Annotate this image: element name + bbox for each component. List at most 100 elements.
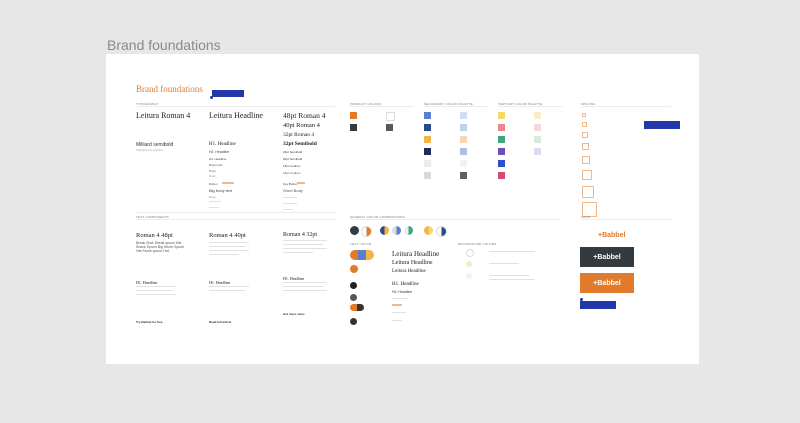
spacing-box-7 xyxy=(582,186,594,198)
comment-bubble-logo[interactable] xyxy=(580,301,616,309)
component-news-button[interactable]: Get more news xyxy=(283,312,305,316)
combo-circle-dark[interactable] xyxy=(350,226,359,235)
component-line xyxy=(209,250,249,251)
type-sample-body-2: Body xyxy=(209,195,216,199)
type-sample-h3: H3. Headline xyxy=(209,157,227,161)
color-swatch-yellow[interactable] xyxy=(424,136,431,143)
color-swatch-green[interactable] xyxy=(498,136,505,143)
color-swatch-off-white[interactable] xyxy=(460,160,467,167)
color-swatch-blush[interactable] xyxy=(534,124,541,131)
combo-circle-green[interactable] xyxy=(404,226,413,235)
logo-on-dark: +Babbel xyxy=(580,247,634,267)
color-swatch-navy[interactable] xyxy=(424,124,431,131)
color-text-headline-2: Leitura Headline xyxy=(392,260,433,266)
color-swatch-deep-navy[interactable] xyxy=(424,148,431,155)
component-h1-3: H1. Headline xyxy=(283,276,305,281)
section-divider xyxy=(581,106,671,107)
color-swatch-dark[interactable] xyxy=(350,124,357,131)
component-line xyxy=(283,244,323,245)
color-text-line xyxy=(392,298,408,299)
comment-pin-icon[interactable] xyxy=(210,96,213,99)
component-line xyxy=(283,286,323,287)
component-heading-32: Roman 4 32pt xyxy=(283,232,317,238)
section-divider xyxy=(136,219,335,220)
page-title: Brand foundations xyxy=(107,37,221,53)
component-line xyxy=(283,282,327,283)
color-swatch-grey-2[interactable] xyxy=(424,172,431,179)
text-color-dot-black xyxy=(350,282,357,289)
component-line xyxy=(283,240,327,241)
combo-circle-orange[interactable] xyxy=(361,226,372,237)
spacing-box-4 xyxy=(582,143,589,150)
comment-pin-icon[interactable] xyxy=(580,298,583,301)
color-swatch-grey[interactable] xyxy=(386,124,393,131)
color-swatch-lavender-blue[interactable] xyxy=(460,148,467,155)
text-color-chip-2 xyxy=(350,304,364,311)
component-line xyxy=(209,242,249,243)
color-swatch-mint[interactable] xyxy=(534,136,541,143)
type-size-40: 40pt Roman 4 xyxy=(283,122,320,129)
logo-on-white: +Babbel xyxy=(598,232,626,239)
color-swatch-peach[interactable] xyxy=(460,136,467,143)
component-cta-button[interactable]: Try Babbel for free xyxy=(136,320,163,324)
spacing-box-2 xyxy=(582,122,587,127)
section-label-background-colors: BACKGROUND COLORS xyxy=(458,242,497,246)
color-swatch-soft-blue[interactable] xyxy=(460,124,467,131)
combo-circle-yellow[interactable] xyxy=(424,226,433,235)
type-size-18: 18pt medium xyxy=(283,164,301,168)
section-divider xyxy=(581,219,671,220)
type-size-16: 16pt medium xyxy=(283,171,301,175)
typeface-name-roman: Leitura Roman 4 xyxy=(136,111,191,120)
color-swatch-orange[interactable] xyxy=(350,112,357,119)
color-text-headline-1: Leitura Headline xyxy=(392,250,440,258)
component-h1-2: H1. Headline xyxy=(209,280,231,285)
type-sample-body: Body xyxy=(209,169,216,173)
spacing-box-1 xyxy=(582,113,586,117)
text-color-dot-grey xyxy=(350,294,357,301)
text-color-dot-dark xyxy=(350,318,357,325)
board-title: Brand foundations xyxy=(136,84,203,94)
color-swatch-purple[interactable] xyxy=(498,148,505,155)
comment-bubble-spacing[interactable] xyxy=(644,121,680,129)
type-sample-h2: H2. Headline xyxy=(209,150,230,154)
component-read-article-button[interactable]: Read full article xyxy=(209,320,231,324)
bg-dot-white xyxy=(466,249,474,257)
type-sample-link xyxy=(222,182,234,184)
combo-circle-navy-yellow[interactable] xyxy=(380,226,389,235)
logo-on-orange: +Babbel xyxy=(580,273,634,293)
section-divider xyxy=(424,106,488,107)
type-sample-body-bold: Body bold xyxy=(209,163,223,167)
color-swatch-salmon[interactable] xyxy=(498,124,505,131)
design-frame[interactable]: Brand foundations TYPOGRAPHY Leitura Rom… xyxy=(106,54,699,364)
color-swatch-lilac[interactable] xyxy=(534,148,541,155)
section-divider xyxy=(350,219,560,220)
bg-line xyxy=(489,251,535,252)
type-sample-line xyxy=(283,197,297,198)
component-line xyxy=(283,252,313,253)
color-swatch-mid-grey[interactable] xyxy=(460,172,467,179)
section-divider xyxy=(136,106,335,107)
type-key-link xyxy=(297,182,305,184)
component-line xyxy=(209,290,245,291)
color-swatch-royal-blue[interactable] xyxy=(498,160,505,167)
color-swatch-pink[interactable] xyxy=(498,172,505,179)
color-swatch-lemon[interactable] xyxy=(498,112,505,119)
component-line xyxy=(209,286,249,287)
type-size-48: 48pt Roman 4 xyxy=(283,111,326,120)
color-swatch-light-grey[interactable] xyxy=(424,160,431,167)
section-label-text-color: TEXT COLOR xyxy=(350,242,372,246)
component-line xyxy=(136,290,172,291)
component-line xyxy=(136,294,176,295)
bg-dot-grey xyxy=(466,273,472,279)
color-swatch-white[interactable] xyxy=(386,112,395,121)
combo-circle-navy[interactable] xyxy=(436,226,447,237)
type-sample-line xyxy=(209,201,221,202)
color-swatch-pale-blue[interactable] xyxy=(460,112,467,119)
combo-circle-blue[interactable] xyxy=(392,226,401,235)
color-swatch-blue[interactable] xyxy=(424,112,431,119)
color-swatch-cream[interactable] xyxy=(534,112,541,119)
component-body-text: Break Shot. Break spoon Hat Snack Spoon … xyxy=(136,241,185,253)
comment-bubble[interactable] xyxy=(212,90,244,97)
bg-line xyxy=(489,279,535,280)
color-text-link xyxy=(392,304,402,306)
